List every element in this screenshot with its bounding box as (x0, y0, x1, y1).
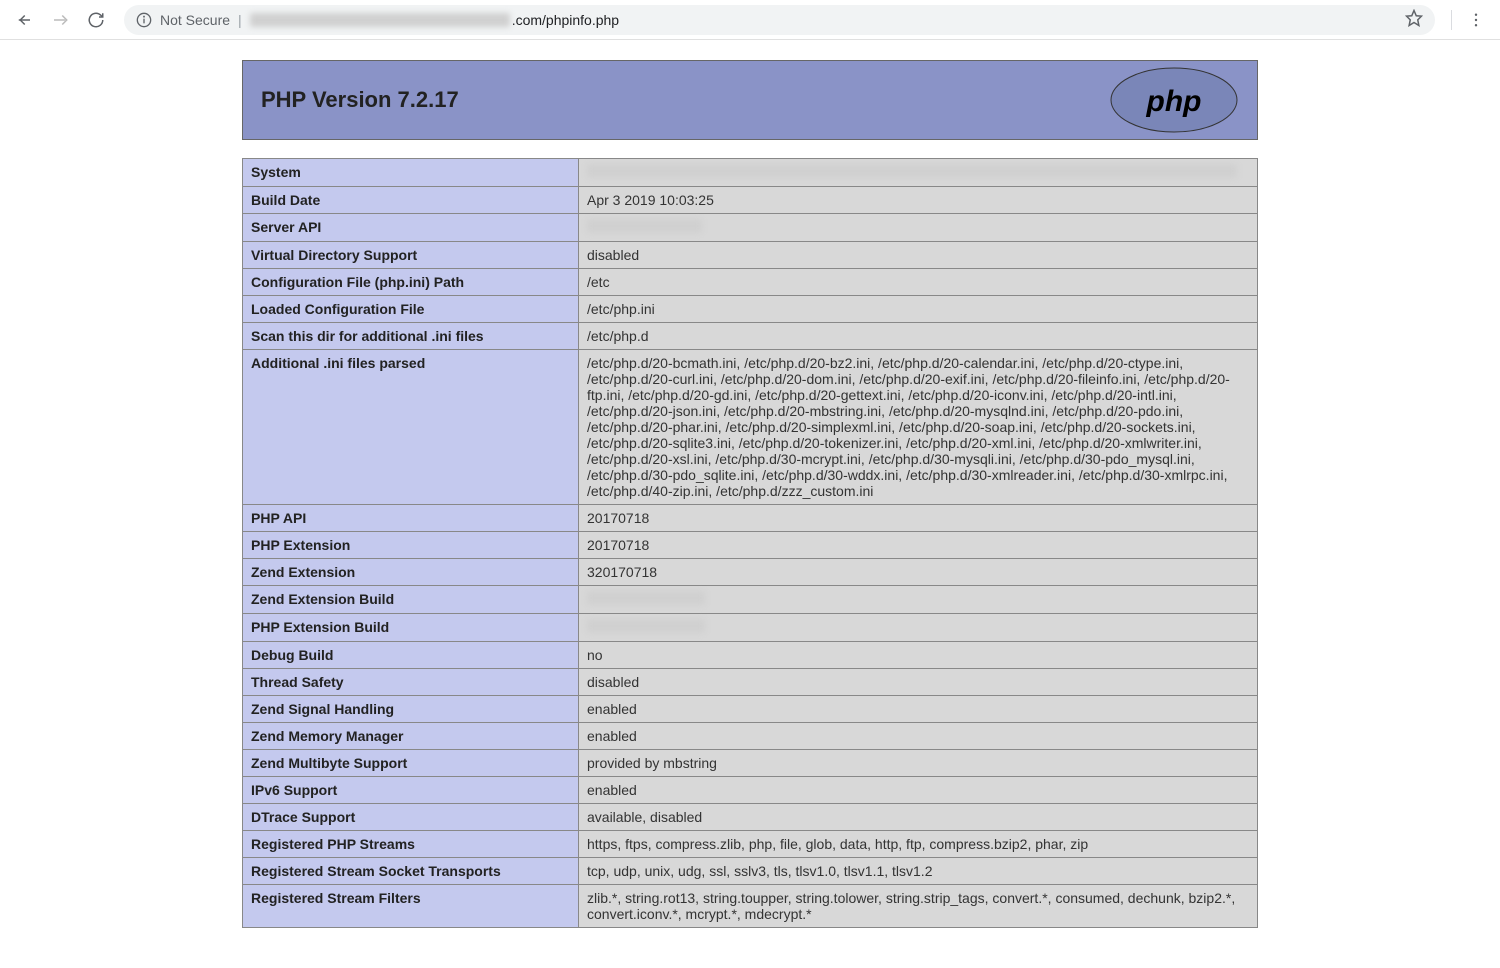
table-row: Virtual Directory Supportdisabled (243, 242, 1258, 269)
table-row: Zend Multibyte Supportprovided by mbstri… (243, 750, 1258, 777)
table-row: Loaded Configuration File/etc/php.ini (243, 296, 1258, 323)
redacted-value (587, 164, 1237, 178)
redacted-value (587, 591, 705, 605)
config-value (579, 614, 1258, 642)
table-row: Thread Safetydisabled (243, 669, 1258, 696)
table-row: Zend Memory Managerenabled (243, 723, 1258, 750)
config-value: enabled (579, 777, 1258, 804)
config-value: disabled (579, 669, 1258, 696)
config-key: Registered Stream Filters (243, 885, 579, 928)
redacted-value (587, 219, 702, 233)
config-value: zlib.*, string.rot13, string.toupper, st… (579, 885, 1258, 928)
config-value: tcp, udp, unix, udg, ssl, sslv3, tls, tl… (579, 858, 1258, 885)
table-row: IPv6 Supportenabled (243, 777, 1258, 804)
config-key: Loaded Configuration File (243, 296, 579, 323)
config-value: available, disabled (579, 804, 1258, 831)
config-value (579, 214, 1258, 242)
config-value: 20170718 (579, 532, 1258, 559)
config-key: Zend Memory Manager (243, 723, 579, 750)
table-row: PHP Extension20170718 (243, 532, 1258, 559)
config-key: Zend Multibyte Support (243, 750, 579, 777)
phpinfo-table: SystemBuild DateApr 3 2019 10:03:25Serve… (242, 158, 1258, 928)
page-content: PHP Version 7.2.17 php SystemBuild DateA… (0, 40, 1500, 968)
table-row: Additional .ini files parsed/etc/php.d/2… (243, 350, 1258, 505)
svg-text:php: php (1146, 85, 1202, 118)
config-value: /etc/php.ini (579, 296, 1258, 323)
config-key: Zend Signal Handling (243, 696, 579, 723)
config-key: Build Date (243, 187, 579, 214)
config-key: Configuration File (php.ini) Path (243, 269, 579, 296)
config-value: disabled (579, 242, 1258, 269)
arrow-left-icon (15, 11, 33, 29)
redacted-host (250, 13, 510, 27)
config-value: /etc/php.d (579, 323, 1258, 350)
php-logo-icon: php (1109, 67, 1239, 133)
config-key: Zend Extension Build (243, 586, 579, 614)
config-value: no (579, 642, 1258, 669)
config-value: 320170718 (579, 559, 1258, 586)
table-row: PHP Extension Build (243, 614, 1258, 642)
config-key: PHP Extension Build (243, 614, 579, 642)
reload-icon (87, 11, 105, 29)
table-row: Debug Buildno (243, 642, 1258, 669)
star-icon (1405, 9, 1423, 27)
security-status: Not Secure (160, 12, 230, 28)
bookmark-button[interactable] (1405, 9, 1423, 30)
table-row: PHP API20170718 (243, 505, 1258, 532)
table-row: Server API (243, 214, 1258, 242)
table-row: DTrace Supportavailable, disabled (243, 804, 1258, 831)
config-value: 20170718 (579, 505, 1258, 532)
table-row: Registered Stream Socket Transportstcp, … (243, 858, 1258, 885)
page-title: PHP Version 7.2.17 (261, 87, 459, 113)
config-key: Scan this dir for additional .ini files (243, 323, 579, 350)
phpinfo-container: PHP Version 7.2.17 php SystemBuild DateA… (242, 60, 1258, 928)
url-suffix: .com/phpinfo.php (512, 12, 619, 28)
table-row: Configuration File (php.ini) Path/etc (243, 269, 1258, 296)
config-key: PHP API (243, 505, 579, 532)
redacted-value (587, 619, 705, 633)
table-row: Scan this dir for additional .ini files/… (243, 323, 1258, 350)
phpinfo-header: PHP Version 7.2.17 php (242, 60, 1258, 140)
config-value: enabled (579, 723, 1258, 750)
separator: | (238, 12, 242, 28)
back-button[interactable] (8, 4, 40, 36)
config-key: Registered PHP Streams (243, 831, 579, 858)
forward-button[interactable] (44, 4, 76, 36)
config-key: Server API (243, 214, 579, 242)
browser-toolbar: Not Secure | .com/phpinfo.php (0, 0, 1500, 40)
config-key: DTrace Support (243, 804, 579, 831)
config-key: System (243, 159, 579, 187)
config-key: Registered Stream Socket Transports (243, 858, 579, 885)
reload-button[interactable] (80, 4, 112, 36)
table-row: Registered Stream Filterszlib.*, string.… (243, 885, 1258, 928)
arrow-right-icon (51, 11, 69, 29)
config-key: Thread Safety (243, 669, 579, 696)
config-value: https, ftps, compress.zlib, php, file, g… (579, 831, 1258, 858)
table-row: Registered PHP Streamshttps, ftps, compr… (243, 831, 1258, 858)
config-key: Zend Extension (243, 559, 579, 586)
config-key: Virtual Directory Support (243, 242, 579, 269)
config-value: provided by mbstring (579, 750, 1258, 777)
table-row: Zend Signal Handlingenabled (243, 696, 1258, 723)
browser-menu-button[interactable] (1460, 11, 1492, 29)
address-bar[interactable]: Not Secure | .com/phpinfo.php (124, 5, 1435, 35)
config-value (579, 586, 1258, 614)
config-key: PHP Extension (243, 532, 579, 559)
kebab-menu-icon (1467, 11, 1485, 29)
table-row: Build DateApr 3 2019 10:03:25 (243, 187, 1258, 214)
table-row: Zend Extension Build (243, 586, 1258, 614)
toolbar-divider (1451, 10, 1452, 30)
url-text: .com/phpinfo.php (250, 12, 1397, 28)
config-value: enabled (579, 696, 1258, 723)
config-value: /etc/php.d/20-bcmath.ini, /etc/php.d/20-… (579, 350, 1258, 505)
info-icon (136, 12, 152, 28)
config-key: Additional .ini files parsed (243, 350, 579, 505)
config-value: Apr 3 2019 10:03:25 (579, 187, 1258, 214)
config-value (579, 159, 1258, 187)
config-key: Debug Build (243, 642, 579, 669)
table-row: Zend Extension320170718 (243, 559, 1258, 586)
config-value: /etc (579, 269, 1258, 296)
table-row: System (243, 159, 1258, 187)
config-key: IPv6 Support (243, 777, 579, 804)
